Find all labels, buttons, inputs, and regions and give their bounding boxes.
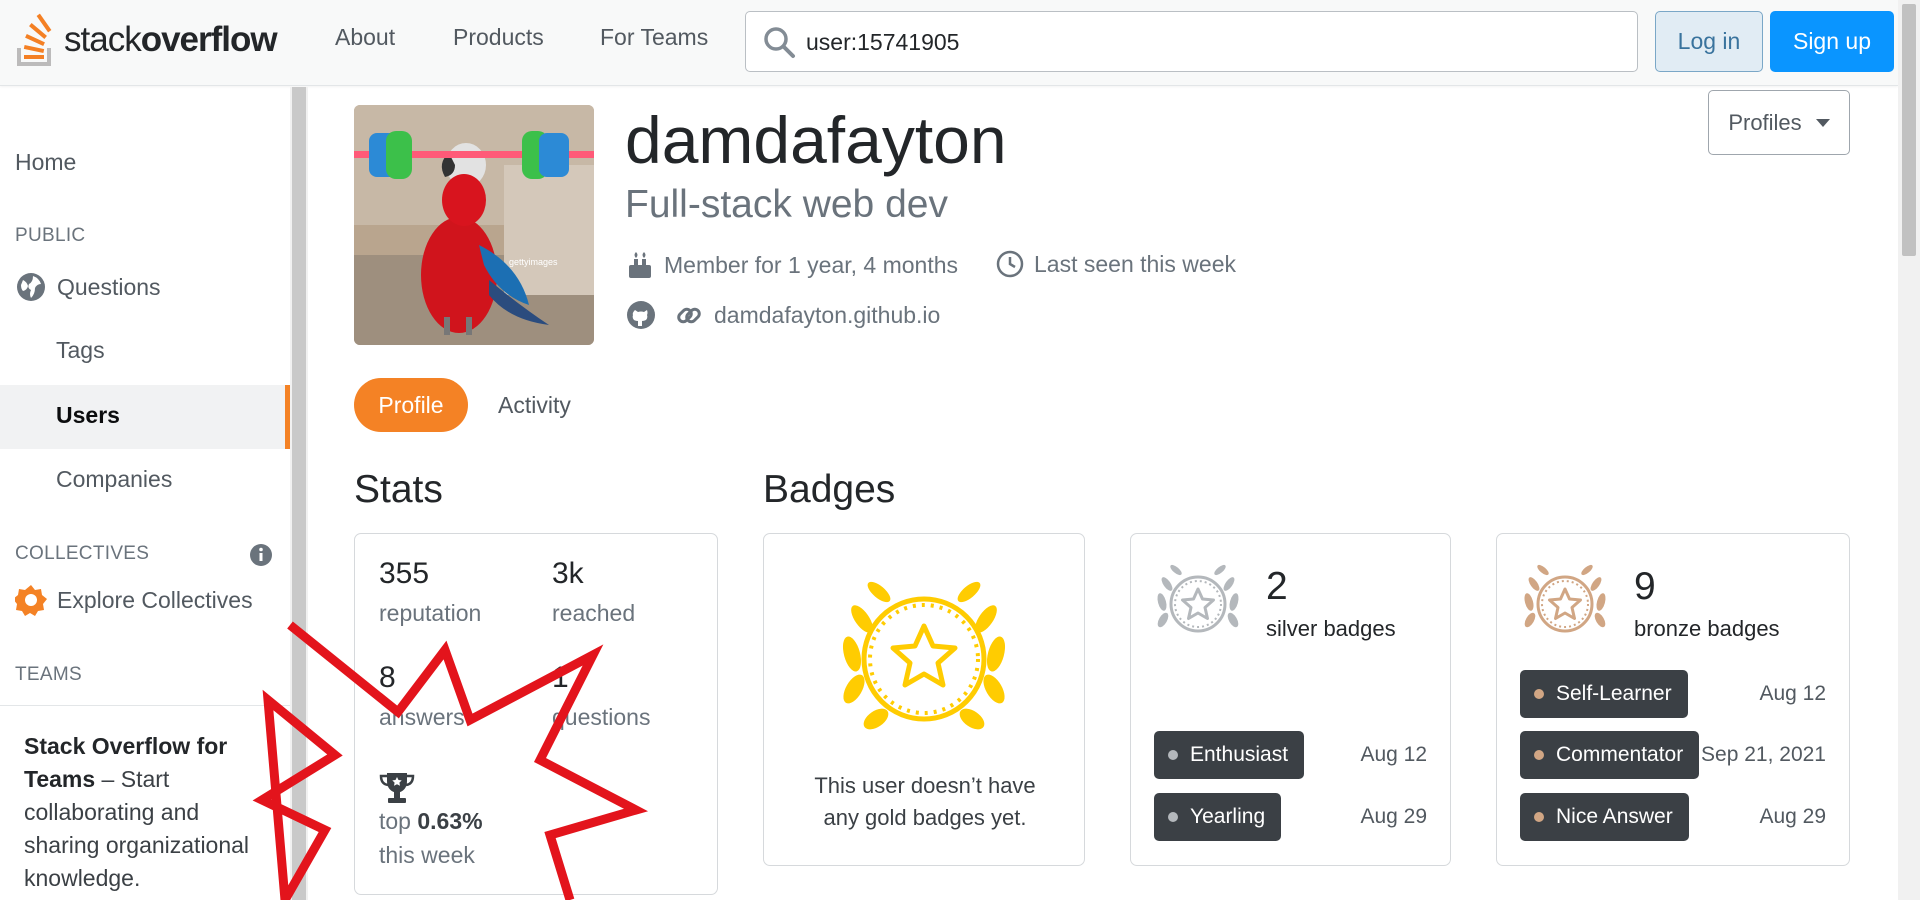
login-button[interactable]: Log in [1655, 11, 1763, 72]
bronze-badge-self-learner[interactable]: Self-Learner [1520, 670, 1688, 718]
nav-products[interactable]: Products [453, 24, 544, 51]
silver-badges-card: 2 silver badges Enthusiast Aug 12 Yearli… [1130, 533, 1451, 866]
sidebar-heading-public: PUBLIC [15, 225, 86, 246]
sidebar-item-questions-label: Questions [57, 273, 161, 300]
profile-username: damdafayton [625, 103, 1007, 177]
badge-date: Aug 29 [1360, 805, 1427, 828]
search-box[interactable] [745, 11, 1638, 72]
silver-badge-yearling[interactable]: Yearling [1154, 793, 1282, 841]
bronze-badge-commentator[interactable]: Commentator [1520, 731, 1700, 779]
silver-badge-count: 2 [1266, 565, 1288, 608]
page-scrollbar[interactable] [1898, 0, 1920, 900]
last-seen-text: Last seen this week [1034, 250, 1237, 277]
teams-promo: Stack Overflow for Teams – Start collabo… [0, 705, 290, 900]
badges-heading: Badges [763, 468, 896, 511]
badge-date: Aug 12 [1759, 682, 1826, 705]
left-sidebar: Home PUBLIC Questions Tags Users Compani… [0, 87, 290, 900]
bronze-dot-icon [1534, 689, 1544, 699]
bronze-badge-wreath-icon [1524, 564, 1606, 633]
reputation-value: 355 [379, 557, 430, 590]
sidebar-item-companies[interactable]: Companies [56, 466, 172, 493]
bronze-badge-nice-answer[interactable]: Nice Answer [1520, 793, 1689, 841]
profile-title: Full-stack web dev [625, 183, 948, 226]
silver-badge-label: silver badges [1266, 616, 1396, 641]
badge-date: Sep 21, 2021 [1701, 743, 1826, 766]
silver-dot-icon [1168, 750, 1178, 760]
no-gold-badges-text: This user doesn’t have any gold badges y… [814, 773, 1036, 830]
bronze-dot-icon [1534, 750, 1544, 760]
nav-about[interactable]: About [335, 24, 395, 51]
stats-heading: Stats [354, 468, 443, 511]
top-bar: stackoverflow About Products For Teams L… [0, 0, 1898, 86]
caret-down-icon [1815, 118, 1830, 127]
sidebar-heading-teams: TEAMS [15, 664, 82, 685]
bronze-badges-card: 9 bronze badges Self-Learner Aug 12 Comm… [1496, 533, 1850, 866]
member-for: Member for 1 year, 4 months [626, 250, 958, 280]
gold-badge-wreath-icon [842, 581, 1006, 730]
logo-text: stackoverflow [64, 20, 278, 59]
sidebar-item-users-label: Users [56, 402, 120, 428]
nav-for-teams[interactable]: For Teams [600, 24, 708, 51]
user-avatar[interactable]: gettyimages [354, 105, 594, 345]
info-icon[interactable] [249, 543, 273, 567]
page-scrollbar-thumb[interactable] [1902, 4, 1916, 256]
silver-dot-icon [1168, 812, 1178, 822]
reached-value: 3k [552, 557, 584, 590]
member-for-text: Member for 1 year, 4 months [664, 251, 959, 278]
collectives-icon [15, 585, 47, 616]
bronze-dot-icon [1534, 812, 1544, 822]
stackoverflow-logo[interactable]: stackoverflow [14, 10, 278, 70]
stackoverflow-logo-icon [17, 13, 52, 66]
tab-activity[interactable]: Activity [498, 392, 571, 419]
tab-profile[interactable]: Profile [354, 378, 468, 432]
silver-badge-enthusiast[interactable]: Enthusiast [1154, 731, 1305, 779]
clock-icon [996, 250, 1024, 278]
search-icon [764, 27, 795, 58]
silver-badge-wreath-icon [1157, 564, 1239, 633]
signup-button[interactable]: Sign up [1770, 11, 1894, 72]
gold-badges-card: This user doesn’t have any gold badges y… [763, 533, 1085, 866]
avatar-watermark: gettyimages [509, 257, 558, 267]
badge-name: Yearling [1190, 805, 1266, 828]
sidebar-item-tags[interactable]: Tags [56, 337, 105, 364]
badge-name: Commentator [1556, 743, 1684, 766]
github-link[interactable] [626, 300, 656, 330]
profiles-dropdown-button[interactable]: Profiles [1708, 90, 1850, 155]
avatar-image: gettyimages [354, 105, 594, 345]
sidebar-item-home[interactable]: Home [15, 149, 76, 176]
badge-date: Aug 12 [1360, 743, 1427, 766]
cake-icon [629, 252, 651, 278]
link-icon [677, 307, 701, 324]
website-text: damdafayton.github.io [714, 301, 941, 328]
sidebar-item-explore-collectives-label: Explore Collectives [57, 586, 253, 613]
sidebar-item-users[interactable]: Users [0, 385, 290, 449]
website-link[interactable]: damdafayton.github.io [674, 300, 940, 330]
github-icon [627, 301, 655, 329]
sidebar-item-explore-collectives[interactable]: Explore Collectives [15, 584, 253, 616]
last-seen: Last seen this week [996, 250, 1236, 278]
sidebar-heading-collectives: COLLECTIVES [15, 543, 150, 564]
profiles-button-label: Profiles [1728, 109, 1802, 135]
search-input[interactable] [806, 26, 1606, 58]
sidebar-item-questions[interactable]: Questions [15, 271, 161, 303]
badge-name: Enthusiast [1190, 743, 1289, 766]
bronze-badge-count: 9 [1634, 565, 1656, 608]
badge-name: Self-Learner [1556, 682, 1672, 705]
starburst-annotation [252, 621, 649, 900]
bronze-badge-label: bronze badges [1634, 616, 1780, 641]
globe-icon [17, 273, 45, 301]
badge-date: Aug 29 [1759, 805, 1826, 828]
badge-name: Nice Answer [1556, 805, 1673, 828]
